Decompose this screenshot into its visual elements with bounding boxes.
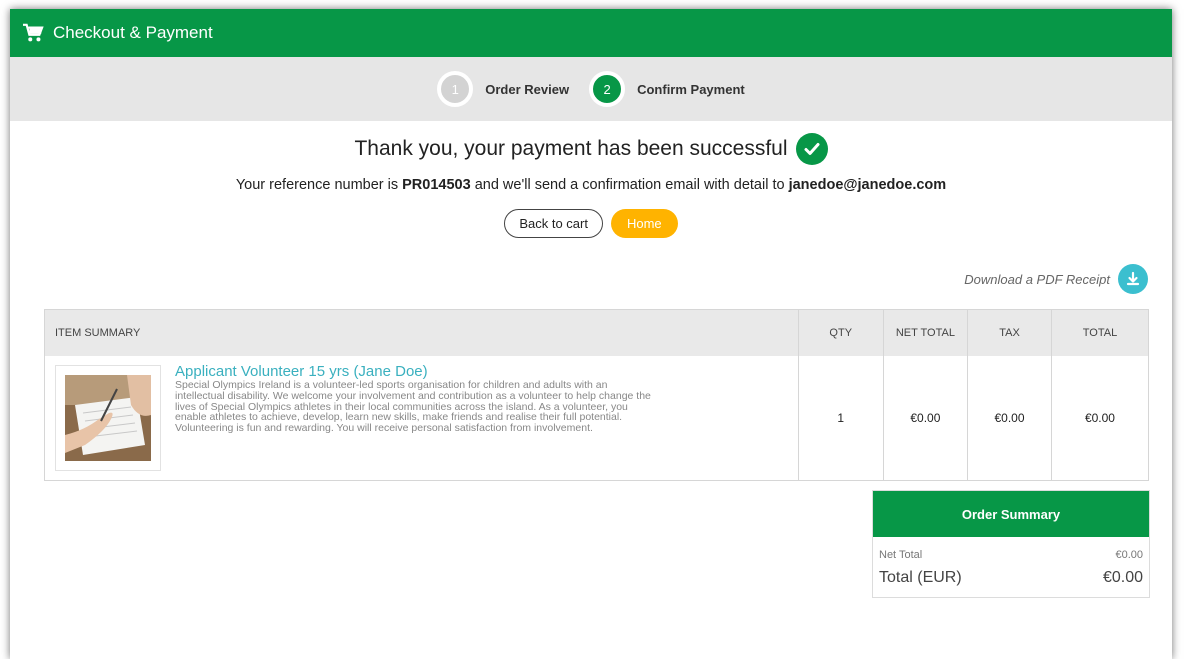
- col-total: TOTAL: [1050, 309, 1149, 356]
- item-tax: €0.00: [967, 356, 1052, 481]
- grand-total-value: €0.00: [1102, 569, 1143, 586]
- item-total: €0.00: [1050, 356, 1149, 481]
- item-thumbnail: [55, 365, 161, 471]
- col-tax: TAX: [967, 309, 1052, 356]
- grand-total-label: Total (EUR): [879, 569, 962, 586]
- item-cell: Applicant Volunteer 15 yrs (Jane Doe) Sp…: [45, 356, 799, 481]
- order-summary-title: Order Summary: [873, 491, 1149, 537]
- order-summary: Order Summary Net Total €0.00 Total (EUR…: [872, 490, 1150, 598]
- net-total-value: €0.00: [1115, 549, 1143, 561]
- download-receipt-link[interactable]: Download a PDF Receipt: [964, 264, 1148, 294]
- col-qty: QTY: [797, 309, 884, 356]
- col-net-total: NET TOTAL: [882, 309, 968, 356]
- download-icon[interactable]: [1118, 264, 1148, 294]
- net-total-row: Net Total €0.00: [873, 549, 1149, 561]
- description-line: intellectual disability. We welcome your…: [175, 389, 651, 402]
- step-order-review[interactable]: 1 Order Review: [437, 71, 569, 107]
- ref-prefix: Your reference number is: [235, 177, 399, 193]
- cart-icon: [23, 23, 44, 42]
- success-title: Thank you, your payment has been success…: [354, 137, 788, 160]
- description-line: Volunteering is fun and rewarding. You w…: [175, 422, 593, 435]
- reference-message: Your reference number is PR014503 and we…: [10, 177, 1172, 193]
- item-description: Special Olympics Ireland is a volunteer-…: [175, 380, 755, 434]
- table-row: Applicant Volunteer 15 yrs (Jane Doe) Sp…: [45, 356, 1149, 481]
- grand-total-row: Total (EUR) €0.00: [873, 569, 1149, 587]
- item-summary-table: ITEM SUMMARY QTY NET TOTAL TAX TOTAL App…: [44, 309, 1149, 481]
- table-header-row: ITEM SUMMARY QTY NET TOTAL TAX TOTAL: [44, 309, 1149, 356]
- confirmation-email: janedoe@janedoe.com: [788, 177, 947, 193]
- back-to-cart-button[interactable]: Back to cart: [504, 209, 603, 238]
- download-label: Download a PDF Receipt: [964, 271, 1110, 287]
- home-button[interactable]: Home: [610, 209, 678, 238]
- step-label: Order Review: [485, 81, 570, 97]
- item-qty: 1: [797, 356, 884, 481]
- net-total-label: Net Total: [879, 549, 923, 561]
- col-item-summary: ITEM SUMMARY: [44, 309, 799, 356]
- checkout-panel: Checkout & Payment 1 Order Review 2 Conf…: [10, 9, 1172, 659]
- checkout-steps: 1 Order Review 2 Confirm Payment: [10, 57, 1172, 121]
- ref-middle: and we'll send a confirmation email with…: [474, 177, 785, 193]
- step-number: 1: [437, 71, 474, 107]
- step-label: Confirm Payment: [637, 81, 745, 97]
- success-heading: Thank you, your payment has been success…: [10, 133, 1172, 165]
- header-title: Checkout & Payment: [53, 23, 213, 42]
- item-net-total: €0.00: [882, 356, 968, 481]
- header-bar: Checkout & Payment: [10, 9, 1172, 57]
- action-buttons: Back to cart Home: [10, 209, 1172, 238]
- step-number: 2: [589, 71, 626, 107]
- checkmark-icon: [795, 133, 828, 165]
- step-confirm-payment[interactable]: 2 Confirm Payment: [589, 71, 745, 107]
- reference-number: PR014503: [402, 177, 471, 193]
- item-name[interactable]: Applicant Volunteer 15 yrs (Jane Doe): [175, 363, 755, 380]
